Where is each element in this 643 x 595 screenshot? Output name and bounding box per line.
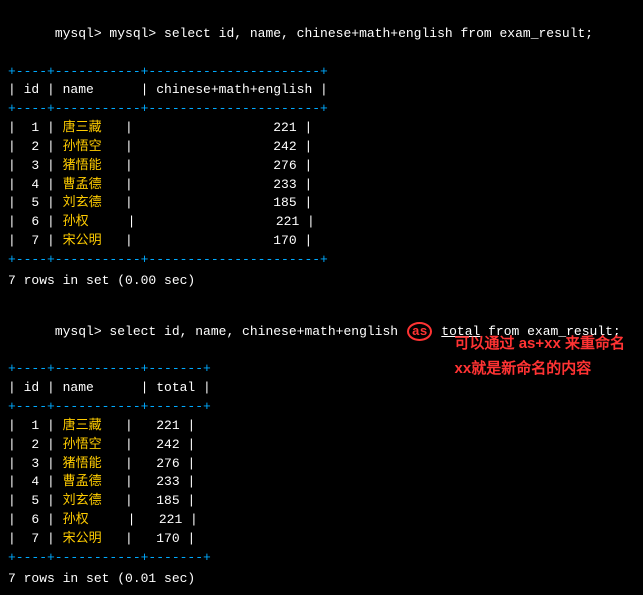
table-row: | 3 | 猪悟能 | 276 | <box>8 157 635 176</box>
q1-border-bottom: +----+-----------+----------------------… <box>8 251 635 270</box>
table-row: | 7 | 宋公明 | 170 | <box>8 530 635 549</box>
q1-header-divider: +----+-----------+----------------------… <box>8 100 635 119</box>
query1-prompt: mysql> mysql> select id, name, chinese+m… <box>8 6 635 63</box>
table-row: | 3 | 猪悟能 | 276 | <box>8 455 635 474</box>
q2-header: | id | name | total | <box>8 379 635 398</box>
annotation-block: 可以通过 as+xx 来重命名 xx就是新命名的内容 <box>455 331 625 382</box>
as-circled: as <box>407 322 433 342</box>
q1-header: | id | name | chinese+math+english | <box>8 81 635 100</box>
table-row: | 6 | 孙权 | 221 | <box>8 213 635 232</box>
table-row: | 4 | 曹孟德 | 233 | <box>8 473 635 492</box>
table-row: | 5 | 刘玄德 | 185 | <box>8 492 635 511</box>
table-row: | 2 | 孙悟空 | 242 | <box>8 436 635 455</box>
table-row: | 4 | 曹孟德 | 233 | <box>8 176 635 195</box>
query1-section: mysql> mysql> select id, name, chinese+m… <box>8 6 635 291</box>
terminal-container: mysql> mysql> select id, name, chinese+m… <box>8 6 635 589</box>
q2-border-bottom: +----+-----------+-------+ <box>8 549 635 568</box>
prompt-symbol: mysql> <box>55 26 110 41</box>
table-row: | 1 | 唐三藏 | 221 | <box>8 417 635 436</box>
table-row: | 2 | 孙悟空 | 242 | <box>8 138 635 157</box>
query1-sql: mysql> select id, name, chinese+math+eng… <box>109 26 593 41</box>
query2-sql-pre: select id, name, chinese+math+english <box>109 324 405 339</box>
table-row: | 1 | 唐三藏 | 221 | <box>8 119 635 138</box>
q2-header-divider: +----+-----------+-------+ <box>8 398 635 417</box>
table-row: | 6 | 孙权 | 221 | <box>8 511 635 530</box>
q1-footer: 7 rows in set (0.00 sec) <box>8 272 635 291</box>
query2-section: mysql> select id, name, chinese+math+eng… <box>8 303 635 589</box>
q2-footer: 7 rows in set (0.01 sec) <box>8 570 635 589</box>
q1-border-top: +----+-----------+----------------------… <box>8 63 635 82</box>
annotation-line1: 可以通过 as+xx 来重命名 <box>455 331 625 357</box>
table-row: | 5 | 刘玄德 | 185 | <box>8 194 635 213</box>
prompt-symbol2: mysql> <box>55 324 110 339</box>
annotation-line2: xx就是新命名的内容 <box>455 356 625 382</box>
table-row: | 7 | 宋公明 | 170 | <box>8 232 635 251</box>
